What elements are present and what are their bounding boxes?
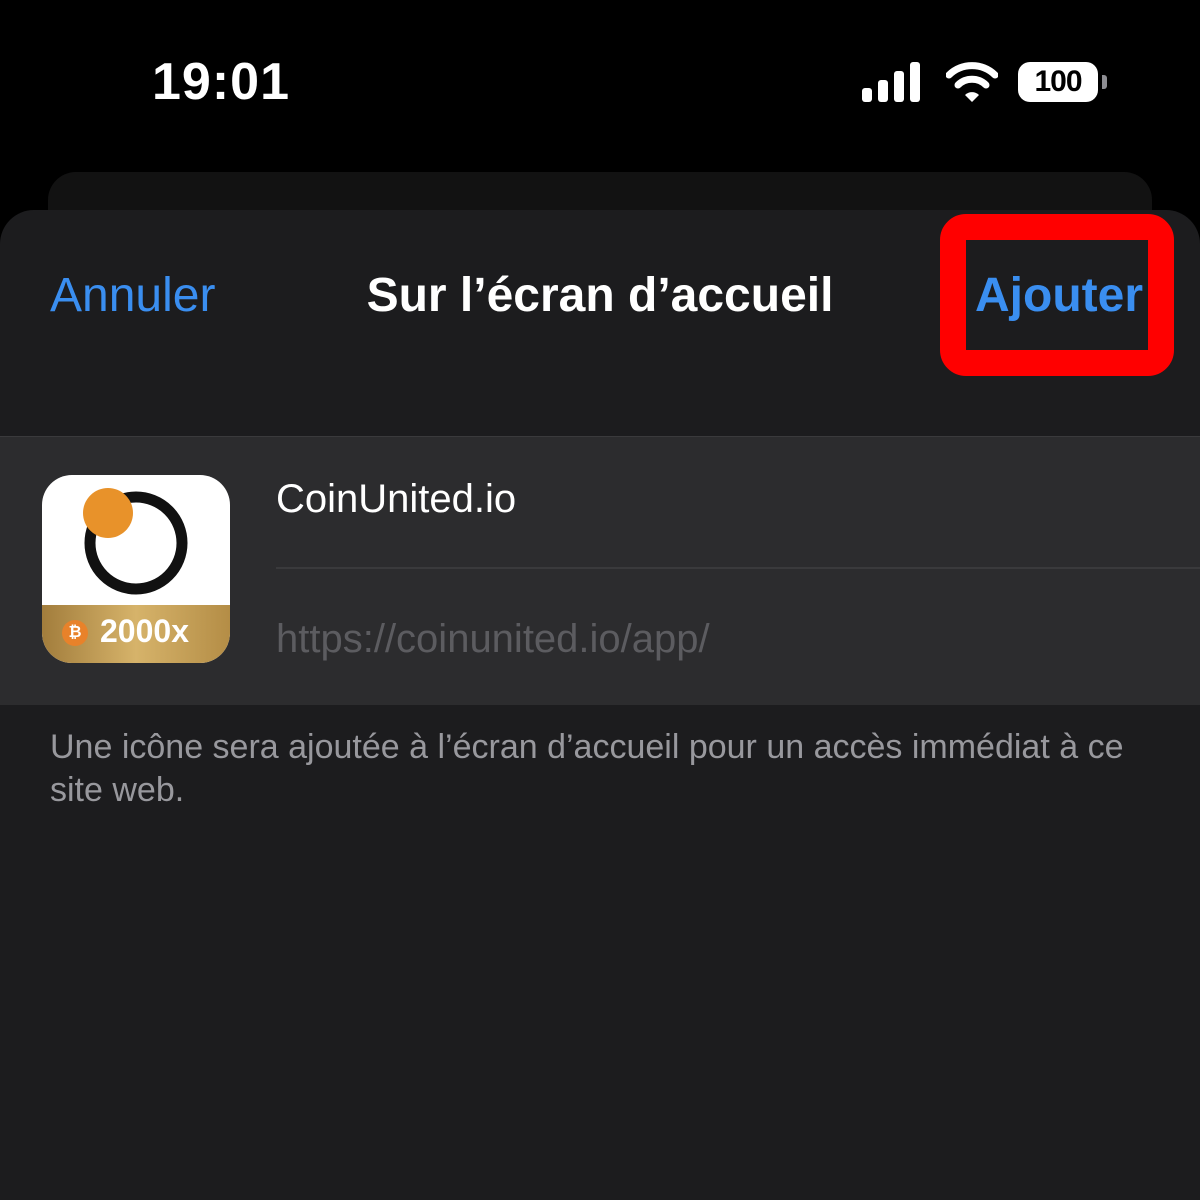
add-button[interactable]: Ajouter	[975, 268, 1143, 323]
shortcut-info-group: ₿ 2000x CoinUnited.io https://coinunited…	[0, 436, 1200, 705]
icon-badge-text: 2000x	[100, 613, 189, 649]
status-bar: 19:01 100	[0, 0, 1200, 170]
footnote-text: Une icône sera ajoutée à l’écran d’accue…	[50, 728, 1124, 809]
shortcut-url: https://coinunited.io/app/	[276, 617, 710, 661]
status-time: 19:01	[152, 53, 290, 111]
row-divider	[276, 567, 1200, 569]
bitcoin-icon: ₿	[62, 620, 88, 646]
shortcut-name-field[interactable]: CoinUnited.io	[276, 477, 1176, 522]
signal-icon	[862, 62, 920, 102]
battery-cap	[1102, 75, 1107, 89]
sheet-nav-bar: Annuler Sur l’écran d’accueil Ajouter	[0, 210, 1200, 380]
add-to-home-sheet: Annuler Sur l’écran d’accueil Ajouter ₿ …	[0, 210, 1200, 1200]
app-icon: ₿ 2000x	[42, 475, 230, 663]
battery-level: 100	[1018, 62, 1098, 102]
wifi-icon	[946, 62, 998, 102]
